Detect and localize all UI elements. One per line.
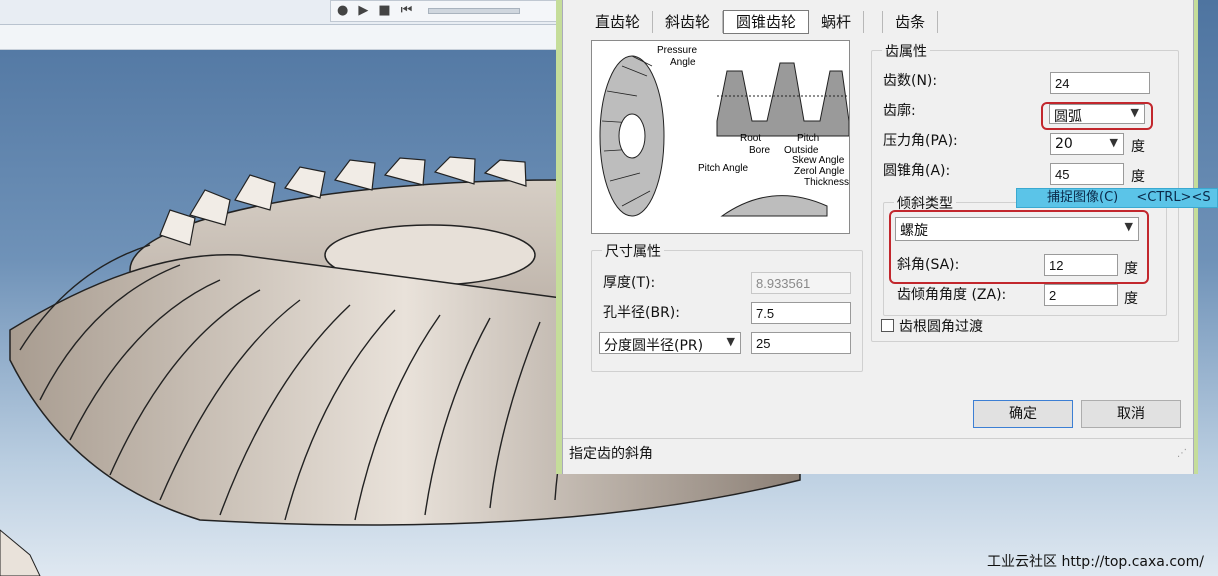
diagram-label-angle: Angle bbox=[670, 57, 696, 68]
tooth-tilt-unit: 度 bbox=[1124, 291, 1138, 307]
tab-rack[interactable]: 齿条 bbox=[882, 11, 939, 33]
gear-properties-title: 齿属性 bbox=[882, 41, 930, 61]
watermark: 工业云社区 http://top.caxa.com/ bbox=[987, 554, 1204, 570]
tooth-tilt-field[interactable]: 2 bbox=[1044, 284, 1118, 306]
pressure-angle-select[interactable]: 20 ▼ bbox=[1050, 133, 1124, 155]
pitch-radius-field[interactable]: 25 bbox=[751, 332, 851, 354]
bevel-gear-diagram: Pressure Angle Root Pitch Bore Outside P… bbox=[591, 40, 850, 234]
tab-worm[interactable]: 蜗杆 bbox=[809, 11, 865, 33]
gear-type-tabs: 直齿轮 斜齿轮 圆锥齿轮 蜗杆 齿条 bbox=[583, 8, 939, 36]
skew-type-select[interactable]: 螺旋 ▼ bbox=[895, 217, 1139, 241]
diagram-label-pressure: Pressure bbox=[657, 45, 697, 56]
profile-value: 圆弧 bbox=[1054, 109, 1082, 125]
gear-dialog-body: 直齿轮 斜齿轮 圆锥齿轮 蜗杆 齿条 Pressure Angle Root P… bbox=[562, 0, 1194, 474]
skew-angle-label: 斜角(SA): bbox=[897, 257, 960, 273]
diagram-label-root: Root bbox=[740, 133, 761, 144]
resize-grip-icon[interactable]: ⋰ bbox=[1177, 448, 1187, 459]
thickness-label: 厚度(T): bbox=[603, 275, 656, 291]
size-properties-title: 尺寸属性 bbox=[602, 241, 664, 261]
animation-playbar: ● ▶ ■ ⏮ bbox=[330, 0, 560, 22]
skew-type-value: 螺旋 bbox=[900, 223, 928, 239]
diagram-label-pitch: Pitch bbox=[797, 133, 819, 144]
radius-type-value: 分度圆半径(PR) bbox=[604, 338, 704, 354]
bore-radius-label: 孔半径(BR): bbox=[603, 305, 680, 321]
skew-angle-unit: 度 bbox=[1124, 261, 1138, 277]
chevron-down-icon: ▼ bbox=[1109, 136, 1118, 149]
radius-type-select[interactable]: 分度圆半径(PR) ▼ bbox=[599, 332, 741, 354]
tab-bevel-gear[interactable]: 圆锥齿轮 bbox=[723, 10, 810, 34]
pressure-angle-label: 压力角(PA): bbox=[883, 133, 958, 149]
play-icon[interactable]: ▶ bbox=[358, 1, 368, 21]
diagram-label-bore: Bore bbox=[749, 145, 771, 156]
root-fillet-checkbox[interactable] bbox=[881, 319, 894, 332]
diagram-label-thickness: Thickness bbox=[804, 177, 849, 188]
ok-button[interactable]: 确定 bbox=[973, 400, 1073, 428]
status-text: 指定齿的斜角 bbox=[569, 446, 653, 462]
stop-icon[interactable]: ■ bbox=[378, 1, 390, 21]
cancel-button[interactable]: 取消 bbox=[1081, 400, 1181, 428]
chevron-down-icon: ▼ bbox=[726, 335, 735, 348]
record-icon[interactable]: ● bbox=[337, 1, 348, 21]
status-bar: 指定齿的斜角 ⋰ bbox=[563, 438, 1193, 463]
pressure-angle-value: 20 bbox=[1055, 136, 1073, 152]
thickness-field: 8.933561 bbox=[751, 272, 851, 294]
profile-select[interactable]: 圆弧 ▼ bbox=[1049, 104, 1145, 125]
tab-spur-gear[interactable]: 直齿轮 bbox=[583, 11, 654, 33]
cone-angle-field[interactable]: 45 bbox=[1050, 163, 1124, 185]
chevron-down-icon: ▼ bbox=[1124, 220, 1133, 233]
tooltip-text: 捕捉图像(C) bbox=[1047, 190, 1119, 205]
root-fillet-label: 齿根圆角过渡 bbox=[899, 319, 983, 335]
profile-label: 齿廓: bbox=[883, 103, 916, 119]
timeline-slider[interactable] bbox=[428, 8, 521, 14]
capture-image-tooltip: 捕捉图像(C) <CTRL><S bbox=[1016, 188, 1218, 208]
diagram-label-skew-angle: Skew Angle bbox=[792, 155, 845, 166]
skew-angle-field[interactable]: 12 bbox=[1044, 254, 1118, 276]
toolbar-strip-secondary bbox=[0, 25, 560, 50]
tooth-tilt-label: 齿倾角角度 (ZA): bbox=[897, 287, 1007, 303]
bore-radius-field[interactable]: 7.5 bbox=[751, 302, 851, 324]
teeth-field[interactable]: 24 bbox=[1050, 72, 1150, 94]
pressure-angle-unit: 度 bbox=[1131, 139, 1145, 155]
gear-dialog: 直齿轮 斜齿轮 圆锥齿轮 蜗杆 齿条 Pressure Angle Root P… bbox=[556, 0, 1198, 474]
tooltip-shortcut: <CTRL><S bbox=[1136, 190, 1211, 205]
tab-helical-gear[interactable]: 斜齿轮 bbox=[653, 11, 724, 33]
chevron-down-icon: ▼ bbox=[1130, 106, 1139, 119]
diagram-label-pitch-angle: Pitch Angle bbox=[698, 163, 748, 174]
teeth-label: 齿数(N): bbox=[883, 73, 938, 89]
cone-angle-unit: 度 bbox=[1131, 169, 1145, 185]
rewind-icon[interactable]: ⏮ bbox=[401, 1, 413, 21]
cone-angle-label: 圆锥角(A): bbox=[883, 163, 951, 179]
diagram-label-zerol-angle: Zerol Angle bbox=[794, 166, 845, 177]
